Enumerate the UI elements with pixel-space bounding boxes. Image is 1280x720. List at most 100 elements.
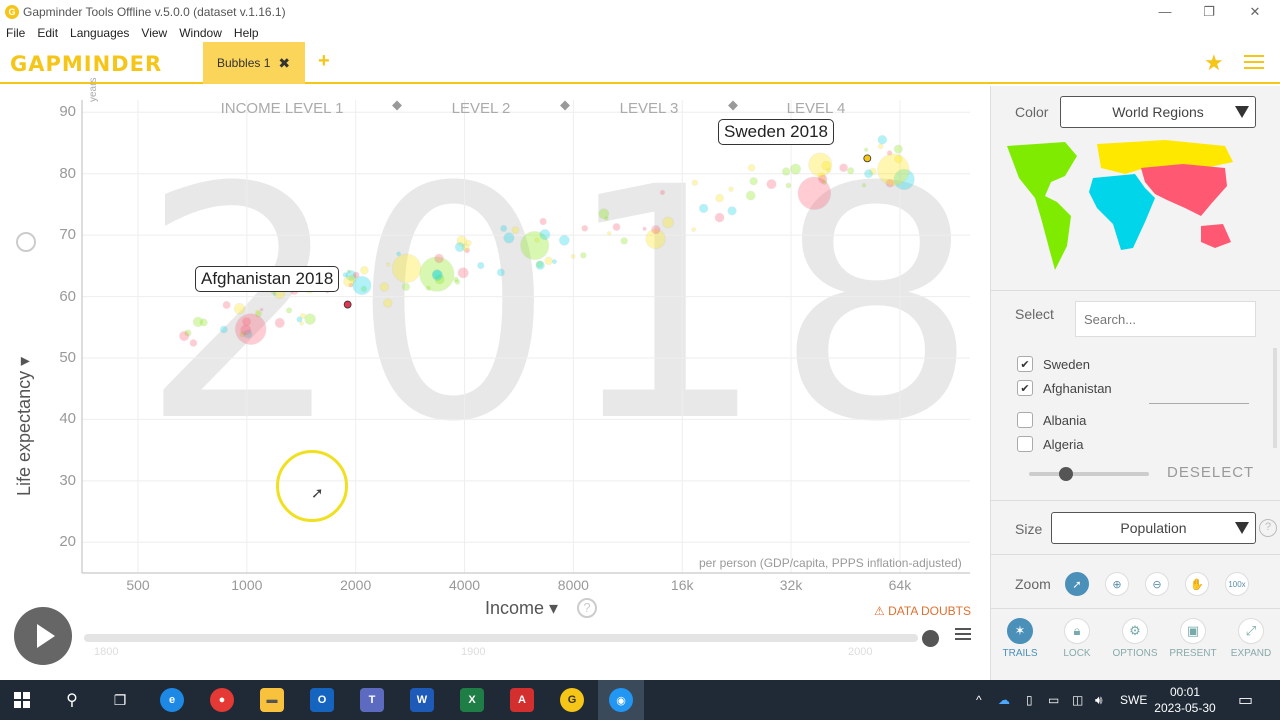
- world-regions-map[interactable]: [1005, 138, 1235, 278]
- menu-view[interactable]: View: [135, 26, 173, 40]
- bubble-country[interactable]: [233, 302, 246, 315]
- zoom-out-icon[interactable]: ⊖: [1145, 572, 1169, 596]
- bubble-country[interactable]: [727, 206, 737, 216]
- pan-hand-icon[interactable]: ✋: [1185, 572, 1209, 596]
- bubble-country[interactable]: [222, 300, 231, 310]
- y-axis-info-icon[interactable]: [16, 232, 36, 252]
- bubble-country[interactable]: [659, 189, 666, 196]
- country-search-input[interactable]: Search...: [1075, 301, 1256, 337]
- timeline-thumb[interactable]: [922, 630, 939, 647]
- bubble-country[interactable]: [401, 282, 411, 292]
- menu-languages[interactable]: Languages: [64, 26, 135, 40]
- bubble-country[interactable]: [219, 325, 228, 334]
- trails-button[interactable]: ✶ TRAILS: [995, 618, 1045, 659]
- expand-button[interactable]: ⤢ EXPAND: [1226, 618, 1276, 659]
- bubble-country[interactable]: [503, 232, 515, 244]
- cursor-tool-icon[interactable]: ➚: [1065, 572, 1089, 596]
- bubble-country[interactable]: [379, 281, 390, 292]
- deselect-button[interactable]: DESELECT: [1167, 464, 1254, 481]
- excel-icon[interactable]: X: [460, 688, 484, 712]
- bubble-country[interactable]: [606, 231, 612, 236]
- country-checkbox-afghanistan[interactable]: ✔ Afghanistan: [1017, 380, 1112, 396]
- country-checkbox-algeria[interactable]: Algeria: [1017, 436, 1083, 452]
- bubble-country[interactable]: [651, 224, 661, 235]
- zoom-in-icon[interactable]: ⊕: [1105, 572, 1129, 596]
- bubble-country[interactable]: [189, 338, 198, 347]
- edge-browser-icon[interactable]: e: [160, 688, 184, 712]
- label-afghanistan[interactable]: Afghanistan 2018: [195, 266, 340, 292]
- checkbox[interactable]: [1017, 436, 1033, 452]
- outlook-icon[interactable]: O: [310, 688, 334, 712]
- bubble-country[interactable]: [781, 167, 791, 176]
- size-help-icon[interactable]: ?: [1259, 519, 1277, 537]
- data-doubts-link[interactable]: ⚠ DATA DOUBTS: [874, 604, 971, 618]
- notifications-icon[interactable]: ▭: [1238, 680, 1253, 720]
- volume-icon[interactable]: 🔊︎: [1095, 680, 1103, 720]
- label-sweden[interactable]: Sweden 2018: [718, 119, 834, 145]
- play-button[interactable]: [14, 607, 72, 665]
- battery-icon[interactable]: ▭: [1048, 680, 1059, 720]
- bubble-country[interactable]: [642, 226, 647, 232]
- bubble-country[interactable]: [598, 208, 610, 220]
- country-checkbox-sweden[interactable]: ✔ Sweden: [1017, 356, 1090, 372]
- bubble-country[interactable]: [877, 143, 884, 150]
- bubble-country[interactable]: [539, 217, 547, 226]
- opacity-slider-thumb[interactable]: [1059, 467, 1073, 481]
- bubble-country[interactable]: [342, 272, 349, 278]
- restore-button[interactable]: ❐: [1186, 0, 1232, 23]
- bubble-country[interactable]: [821, 160, 832, 171]
- bubble-country[interactable]: [579, 251, 587, 259]
- usb-icon[interactable]: ▯: [1026, 680, 1033, 720]
- menu-window[interactable]: Window: [173, 26, 228, 40]
- bubble-country[interactable]: [846, 166, 855, 175]
- bubble-country[interactable]: [259, 307, 264, 312]
- minimize-button[interactable]: —: [1142, 0, 1188, 23]
- speed-control-icon[interactable]: [955, 628, 971, 640]
- bubble-country[interactable]: [612, 222, 621, 232]
- bubble-country[interactable]: [496, 268, 506, 277]
- lock-button[interactable]: 🔒︎ LOCK: [1052, 618, 1102, 659]
- tab-bubbles-1[interactable]: Bubbles 1 ✖: [203, 42, 305, 84]
- bubble-country[interactable]: [691, 227, 697, 233]
- checkbox[interactable]: ✔: [1017, 356, 1033, 372]
- bubble-country[interactable]: [457, 267, 469, 279]
- bubble-country[interactable]: [728, 186, 734, 193]
- bubble-country[interactable]: [863, 169, 874, 179]
- windows-start-icon[interactable]: [14, 692, 30, 708]
- bubble-country[interactable]: [714, 212, 725, 223]
- zoom-100-button[interactable]: 100x: [1225, 572, 1249, 596]
- bubble-country[interactable]: [745, 190, 756, 201]
- language-indicator[interactable]: SWE: [1120, 680, 1147, 720]
- bubble-country[interactable]: [255, 309, 260, 315]
- bubble-country[interactable]: [511, 226, 520, 235]
- onedrive-icon[interactable]: ☁: [998, 680, 1010, 720]
- bubble-country[interactable]: [544, 256, 553, 266]
- bubble-country[interactable]: [304, 313, 316, 325]
- chrome-icon[interactable]: ●: [210, 688, 234, 712]
- word-icon[interactable]: W: [410, 688, 434, 712]
- bubble-country[interactable]: [199, 318, 208, 327]
- bubble-country[interactable]: [785, 182, 792, 189]
- bubble-country[interactable]: [839, 163, 849, 173]
- bubble-country[interactable]: [620, 237, 629, 245]
- clock[interactable]: 00:01 2023-05-30: [1150, 684, 1220, 716]
- menu-help[interactable]: Help: [228, 26, 265, 40]
- menu-file[interactable]: File: [0, 26, 31, 40]
- bubble-country[interactable]: [434, 253, 445, 264]
- bubble-country[interactable]: [551, 258, 558, 265]
- bubble-country[interactable]: [662, 216, 675, 229]
- size-dropdown[interactable]: Population: [1051, 512, 1256, 544]
- gapminder-taskbar-icon[interactable]: G: [560, 688, 584, 712]
- checkbox[interactable]: [1017, 412, 1033, 428]
- bubble-country[interactable]: [715, 193, 725, 203]
- opacity-slider[interactable]: [1029, 467, 1149, 481]
- country-checkbox-albania[interactable]: Albania: [1017, 412, 1086, 428]
- present-button[interactable]: ▣ PRESENT: [1168, 618, 1218, 659]
- checkbox[interactable]: ✔: [1017, 380, 1033, 396]
- teams-icon[interactable]: T: [360, 688, 384, 712]
- menu-edit[interactable]: Edit: [31, 26, 64, 40]
- bubble-country[interactable]: [476, 261, 485, 270]
- bubble-country[interactable]: [431, 269, 443, 280]
- bubble-country[interactable]: [539, 228, 551, 241]
- close-tab-icon[interactable]: ✖: [278, 55, 290, 72]
